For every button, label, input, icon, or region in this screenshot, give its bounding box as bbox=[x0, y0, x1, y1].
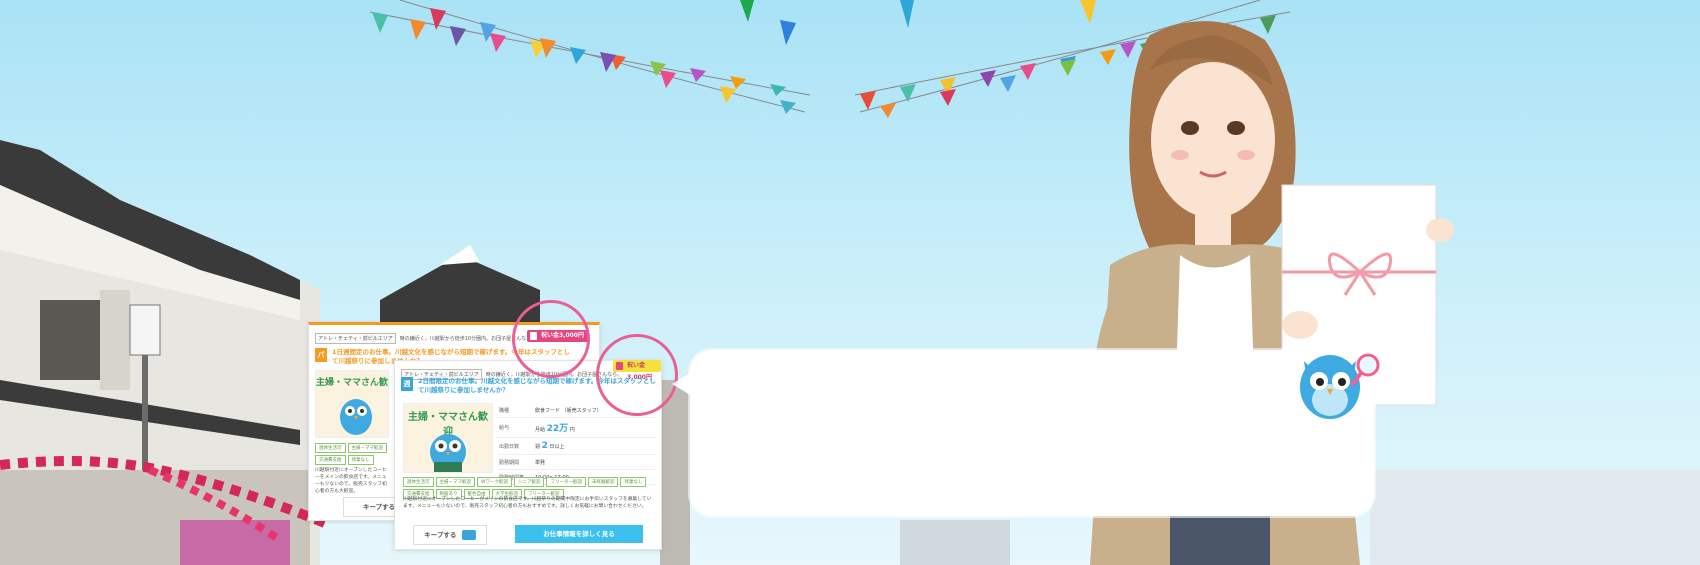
feature-chip: 残業なし bbox=[620, 477, 647, 487]
job-description: 川越駅付近にオープンしたコーヒーがメインの飲食店です。川越祭りの期間中限定にお手… bbox=[403, 497, 652, 509]
feature-chip: 主婦・ママ歓迎 bbox=[435, 477, 475, 487]
feature-chip: 残業なし bbox=[347, 455, 374, 465]
info-key: 出勤日数 bbox=[497, 437, 533, 455]
speech-bubble bbox=[690, 350, 1374, 516]
info-row-days: 出勤日数 週 2 日以上 bbox=[497, 437, 655, 455]
highlight-circle bbox=[512, 300, 590, 378]
job-thumbnail: 主婦・ママさん歓迎 bbox=[403, 403, 493, 473]
feature-chip: 交通費支給 bbox=[315, 455, 346, 465]
highlight-circle bbox=[596, 334, 678, 416]
owl-mascot-icon bbox=[340, 399, 372, 435]
feature-chip: シニア歓迎 bbox=[513, 477, 545, 487]
area-tag: アトレ・チェティ・前ビルエリア bbox=[315, 333, 396, 344]
info-row-salary: 給与 月給 22万 円 bbox=[497, 417, 655, 438]
info-key: 職種 bbox=[497, 403, 533, 418]
speech-bubble-tail bbox=[672, 372, 692, 396]
feature-chips: 週休生活可 主婦・ママ歓迎 交通費支給 残業なし bbox=[315, 443, 390, 465]
keep-button-label: キープする bbox=[424, 531, 457, 539]
info-value: 飲食フード bbox=[535, 407, 561, 414]
job-description: 川越駅付近にオープンしたコーヒーをメインの飲食店です。メニューも少ないので、販売… bbox=[315, 468, 387, 494]
feature-chip: 週休生活可 bbox=[403, 477, 434, 487]
info-value: 単発 bbox=[533, 454, 655, 470]
feature-chip: 未経験歓迎 bbox=[587, 477, 619, 487]
job-thumbnail: 主婦・ママさん歓 bbox=[315, 370, 389, 438]
period-icon: パ bbox=[315, 348, 327, 362]
salary-amount: 22万 bbox=[546, 424, 569, 434]
owl-mascot-icon bbox=[430, 434, 466, 472]
pointer-hand-icon bbox=[461, 530, 476, 540]
info-value: 月給 bbox=[535, 427, 546, 433]
feature-chip: 主婦・ママ歓迎 bbox=[347, 443, 387, 453]
pennant-flags-left bbox=[369, 0, 811, 114]
feature-chip: フリーター歓迎 bbox=[546, 477, 586, 487]
info-value: 週 bbox=[535, 444, 541, 450]
card-tag-row: アトレ・チェティ・前ビルエリア 時の鐘近く。川越駅から徒歩10分圏内。お団子屋さ… bbox=[315, 333, 536, 344]
info-key: 給与 bbox=[497, 417, 533, 438]
feature-chip: 週休生活可 bbox=[315, 443, 346, 453]
keep-button[interactable]: キープする bbox=[413, 525, 487, 545]
owl-magnifier-icon bbox=[1300, 353, 1380, 419]
period-icon: 週 bbox=[401, 377, 413, 391]
info-unit: 円 bbox=[569, 427, 575, 433]
job-detail-button[interactable]: お仕事情報を詳しく見る bbox=[515, 525, 643, 543]
info-row-period: 勤務期間 単発 bbox=[497, 454, 655, 470]
days-amount: 2 bbox=[541, 441, 548, 451]
feature-chip: Wワーク歓迎 bbox=[477, 477, 512, 487]
hero-banner: アトレ・チェティ・前ビルエリア 時の鐘近く。川越駅から徒歩10分圏内。お団子屋さ… bbox=[0, 0, 1700, 565]
info-unit: 日以上 bbox=[549, 444, 565, 450]
info-extra: （販売スタッフ） bbox=[561, 407, 602, 414]
info-key: 勤務期間 bbox=[497, 454, 533, 470]
